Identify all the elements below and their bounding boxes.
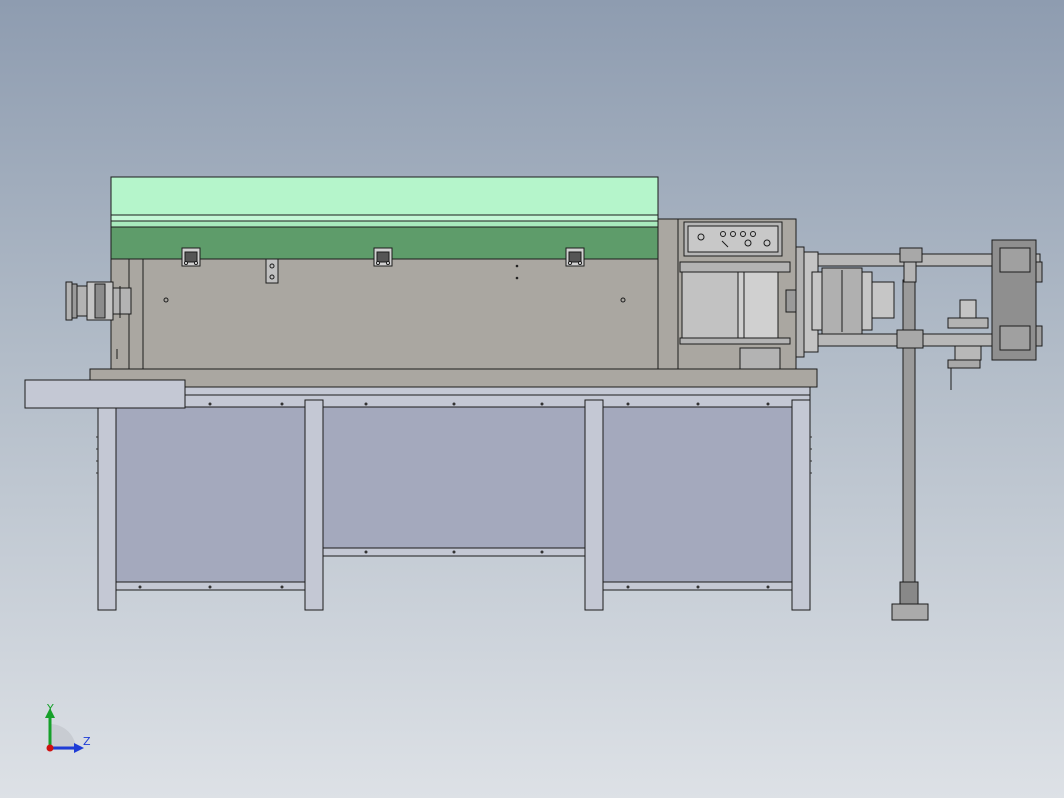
y-axis-label: Y — [46, 702, 54, 715]
support-post — [902, 279, 916, 593]
latch-icon — [181, 247, 201, 267]
table-leg — [304, 399, 324, 611]
orientation-triad: Y Z — [45, 702, 91, 753]
base-plate — [89, 368, 818, 388]
cabinet-panel — [602, 406, 793, 585]
green-safety-cover — [110, 176, 659, 267]
latch-icon — [565, 247, 585, 267]
table-leg — [97, 399, 117, 611]
table-frame — [91, 386, 812, 611]
table-leg — [584, 399, 604, 611]
main-housing — [110, 258, 659, 370]
left-spindle — [65, 281, 132, 321]
table-leg — [791, 399, 811, 611]
machine-assembly-drawing[interactable]: Y Z — [0, 0, 1064, 798]
latch-icon — [373, 247, 393, 267]
side-tray — [24, 379, 186, 409]
cad-viewport[interactable]: Y Z — [0, 0, 1064, 798]
right-mechanism — [795, 239, 1043, 621]
cabinet-panel — [322, 406, 586, 550]
drive-unit — [657, 218, 797, 370]
z-axis-label: Z — [83, 735, 91, 748]
cabinet-panel — [115, 406, 306, 585]
origin-dot-icon — [46, 744, 54, 752]
